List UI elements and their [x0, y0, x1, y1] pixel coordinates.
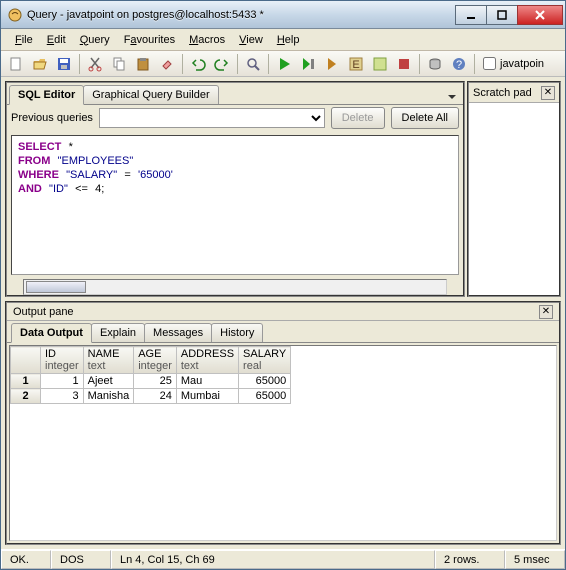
table-row[interactable]: 2 3 Manisha 24 Mumbai 65000 — [11, 389, 291, 404]
menu-help[interactable]: Help — [271, 32, 306, 48]
col-name[interactable]: NAMEtext — [83, 347, 134, 374]
editor-tabs: SQL Editor Graphical Query Builder — [7, 83, 463, 105]
execute-icon[interactable] — [273, 53, 295, 75]
undo-icon[interactable] — [187, 53, 209, 75]
statusbar: OK. DOS Ln 4, Col 15, Ch 69 2 rows. 5 ms… — [1, 549, 565, 569]
scratch-pad-panel: Scratch pad ✕ — [467, 81, 561, 297]
maximize-button[interactable] — [486, 5, 518, 25]
execute-file-icon[interactable] — [321, 53, 343, 75]
status-time: 5 msec — [505, 550, 565, 569]
tab-label: javatpoin — [500, 58, 544, 70]
menu-view[interactable]: View — [233, 32, 269, 48]
menu-macros[interactable]: Macros — [183, 32, 231, 48]
save-icon[interactable] — [53, 53, 75, 75]
execute-pgscript-icon[interactable] — [297, 53, 319, 75]
connection-icon[interactable] — [424, 53, 446, 75]
scratch-pad-title: Scratch pad — [473, 87, 532, 99]
app-window: Query - javatpoint on postgres@localhost… — [0, 0, 566, 570]
cancel-query-icon[interactable] — [393, 53, 415, 75]
grid-corner — [11, 347, 41, 374]
previous-queries-label: Previous queries — [11, 112, 93, 124]
table-row[interactable]: 1 1 Ajeet 25 Mau 65000 — [11, 374, 291, 389]
cut-icon[interactable] — [84, 53, 106, 75]
previous-queries-dropdown[interactable] — [99, 108, 325, 128]
col-age[interactable]: AGEinteger — [134, 347, 177, 374]
tab-graphical-query-builder[interactable]: Graphical Query Builder — [83, 85, 218, 104]
tab-sql-editor[interactable]: SQL Editor — [9, 85, 84, 105]
scratch-pad-area[interactable] — [469, 103, 559, 295]
new-icon[interactable] — [5, 53, 27, 75]
status-cursor: Ln 4, Col 15, Ch 69 — [111, 550, 435, 569]
redo-icon[interactable] — [211, 53, 233, 75]
tab-data-output[interactable]: Data Output — [11, 323, 92, 343]
tab-messages[interactable]: Messages — [144, 323, 212, 342]
sql-editor[interactable]: SELECT * FROM "EMPLOYEES" WHERE "SALARY"… — [11, 135, 459, 275]
output-pane-title: Output pane — [13, 306, 74, 318]
delete-all-button[interactable]: Delete All — [391, 107, 459, 129]
copy-icon[interactable] — [108, 53, 130, 75]
status-mode: DOS — [51, 550, 111, 569]
tab-checkbox[interactable] — [483, 57, 496, 70]
delete-button[interactable]: Delete — [331, 107, 385, 129]
editor-horizontal-scrollbar[interactable] — [7, 279, 463, 295]
tab-history[interactable]: History — [211, 323, 263, 342]
open-icon[interactable] — [29, 53, 51, 75]
minimize-button[interactable] — [455, 5, 487, 25]
scratch-close-icon[interactable]: ✕ — [541, 86, 555, 100]
tab-explain[interactable]: Explain — [91, 323, 145, 342]
menu-edit[interactable]: Edit — [41, 32, 72, 48]
toolbar: E ? javatpoin — [1, 51, 565, 77]
close-button[interactable] — [517, 5, 563, 25]
output-close-icon[interactable]: ✕ — [539, 305, 553, 319]
window-title: Query - javatpoint on postgres@localhost… — [27, 9, 456, 21]
tab-dropdown-icon[interactable] — [445, 90, 459, 104]
col-id[interactable]: IDinteger — [41, 347, 84, 374]
menubar: File Edit Query Favourites Macros View H… — [1, 29, 565, 51]
menu-query[interactable]: Query — [74, 32, 116, 48]
app-icon — [7, 7, 23, 23]
svg-text:E: E — [352, 59, 359, 71]
menu-favourites[interactable]: Favourites — [118, 32, 181, 48]
status-rows: 2 rows. — [435, 550, 505, 569]
titlebar[interactable]: Query - javatpoint on postgres@localhost… — [1, 1, 565, 29]
explain-icon[interactable]: E — [345, 53, 367, 75]
col-address[interactable]: ADDRESStext — [176, 347, 238, 374]
svg-text:?: ? — [456, 59, 462, 71]
output-tabs: Data Output Explain Messages History — [7, 321, 559, 343]
help-icon[interactable]: ? — [448, 53, 470, 75]
paste-icon[interactable] — [132, 53, 154, 75]
explain-analyze-icon[interactable] — [369, 53, 391, 75]
clear-icon[interactable] — [156, 53, 178, 75]
find-icon[interactable] — [242, 53, 264, 75]
data-output-grid[interactable]: IDinteger NAMEtext AGEinteger ADDRESStex… — [9, 345, 557, 541]
col-salary[interactable]: SALARYreal — [239, 347, 291, 374]
menu-file[interactable]: File — [9, 32, 39, 48]
status-ok: OK. — [1, 550, 51, 569]
